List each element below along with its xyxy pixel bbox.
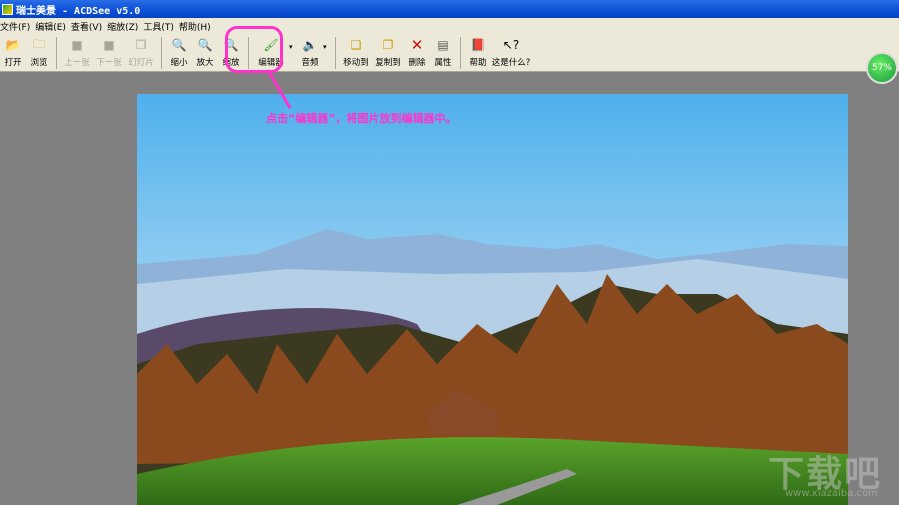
annotation-arrow — [266, 69, 292, 109]
annotation-text: 点击“编辑器”，将图片放到编辑器中。 — [266, 112, 457, 125]
watermark-url: www.xiazaiba.com — [785, 488, 878, 499]
